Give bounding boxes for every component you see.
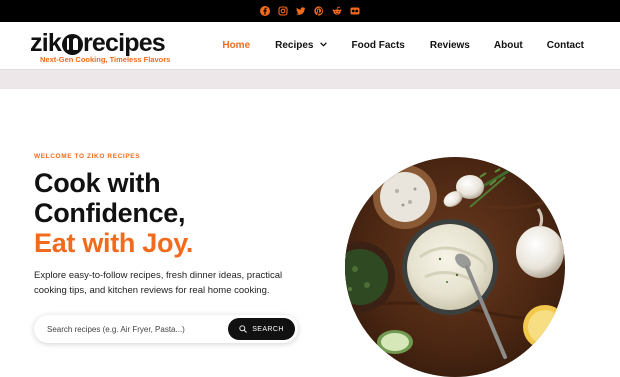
reddit-icon[interactable]: [332, 6, 342, 16]
pinterest-icon[interactable]: [314, 6, 324, 16]
nav-food-facts[interactable]: Food Facts: [352, 40, 405, 51]
logo-tagline: Next-Gen Cooking, Timeless Flavors: [40, 55, 171, 64]
hero-title-line-3: Eat with Joy.: [34, 228, 194, 258]
top-social-bar: [0, 0, 620, 22]
logo-word-end: recipes: [82, 29, 166, 57]
nav-reviews[interactable]: Reviews: [430, 40, 470, 51]
recipe-search-bar: SEARCH: [34, 315, 298, 343]
site-header: zik recipes Next-Gen Cooking, Timeless Fl…: [0, 22, 620, 69]
logo-wordmark: zik recipes: [30, 29, 166, 57]
search-button-label: SEARCH: [252, 325, 284, 333]
search-input[interactable]: [47, 319, 217, 339]
hero-title-line-1: Cook with: [34, 168, 161, 198]
facebook-icon[interactable]: [260, 6, 270, 16]
fork-spoon-icon: [61, 33, 83, 55]
search-button[interactable]: SEARCH: [228, 318, 295, 340]
search-icon: [239, 325, 248, 333]
hero-food-image: [345, 157, 565, 377]
nav-recipes-label: Recipes: [275, 40, 314, 51]
site-logo[interactable]: zik recipes Next-Gen Cooking, Timeless Fl…: [30, 30, 175, 64]
hero-eyebrow: WELCOME TO ZIKO RECIPES: [34, 153, 141, 160]
chevron-down-icon: [319, 42, 327, 49]
flickr-icon[interactable]: [350, 6, 360, 16]
header-divider-band: [0, 69, 620, 89]
instagram-icon[interactable]: [278, 6, 288, 16]
hero-description: Explore easy-to-follow recipes, fresh di…: [34, 270, 283, 296]
main-nav: Home Recipes Food Facts Reviews About Co…: [222, 22, 584, 69]
nav-about[interactable]: About: [494, 40, 523, 51]
hero-title-line-2: Confidence,: [34, 198, 186, 228]
hero-title: Cook with Confidence, Eat with Joy.: [34, 168, 193, 258]
nav-recipes[interactable]: Recipes: [275, 40, 327, 51]
nav-contact[interactable]: Contact: [547, 40, 584, 51]
logo-word-start: zik: [30, 29, 62, 57]
twitter-icon[interactable]: [296, 6, 306, 16]
nav-home[interactable]: Home: [222, 40, 250, 51]
